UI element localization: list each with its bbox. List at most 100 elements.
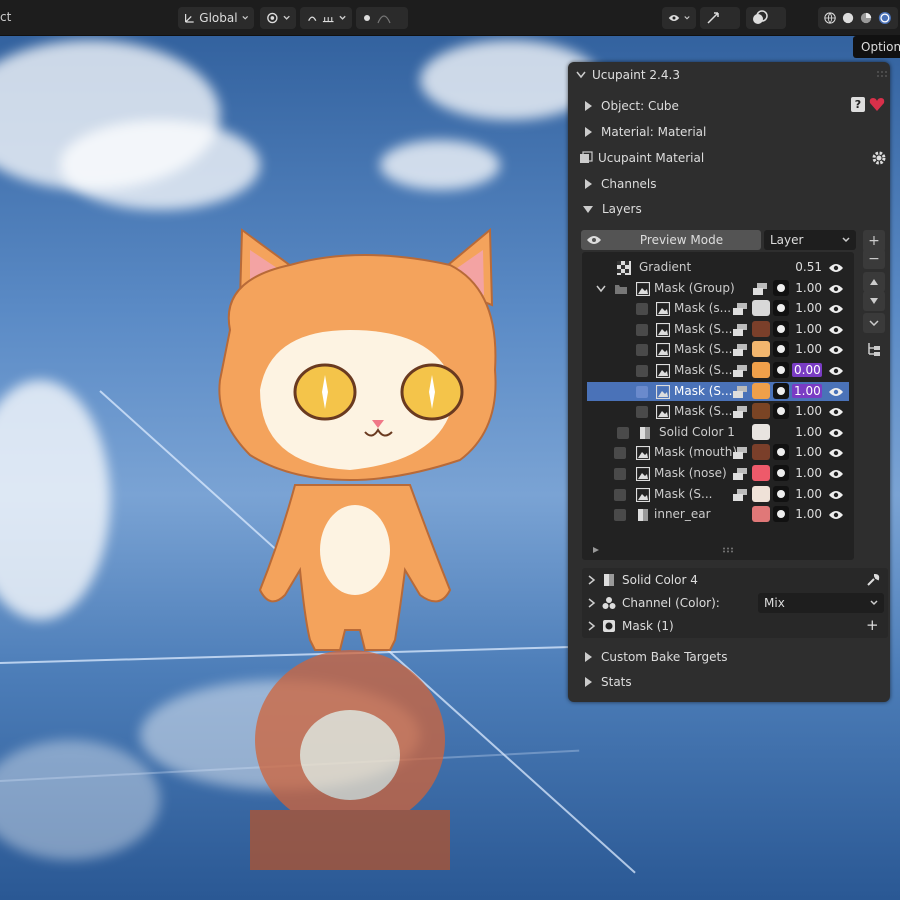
layer-stack-icon[interactable] [732, 343, 748, 357]
layer-opacity-value[interactable]: 1.00 [792, 425, 822, 439]
layer-toggle-icon[interactable] [636, 324, 648, 336]
mask-toggle-icon[interactable] [773, 280, 789, 296]
custom-bake-targets-section[interactable]: Custom Bake Targets [568, 645, 890, 669]
color-swatch[interactable] [752, 403, 770, 419]
wrench-icon[interactable] [866, 573, 880, 587]
layer-toggle-icon[interactable] [636, 303, 648, 315]
layer-toggle-icon[interactable] [617, 427, 629, 439]
layer-toggle-icon[interactable] [614, 489, 626, 501]
layer-opacity-value[interactable]: 1.00 [792, 322, 822, 336]
layer-mode-select[interactable]: Layer [764, 230, 856, 250]
layer-row[interactable]: Mask (mouth) 1.00 [587, 443, 849, 462]
eye-icon[interactable] [828, 427, 844, 439]
group-collapse-icon[interactable] [596, 285, 606, 293]
eye-icon[interactable] [828, 324, 844, 336]
add-mask-button[interactable]: + [866, 616, 879, 634]
layer-opacity-value[interactable]: 1.00 [792, 384, 822, 398]
layer-opacity-value[interactable]: 1.00 [792, 507, 822, 521]
mask-toggle-icon[interactable] [773, 403, 789, 419]
blend-mode-select[interactable]: Mix [758, 593, 884, 613]
eye-icon[interactable] [828, 344, 844, 356]
eye-icon[interactable] [828, 303, 844, 315]
preview-mode-button[interactable]: Preview Mode [581, 230, 761, 250]
color-swatch[interactable] [752, 362, 770, 378]
layer-row[interactable]: Mask (S... 0.00 [587, 361, 849, 380]
channels-section[interactable]: Channels [568, 172, 890, 196]
object-section[interactable]: Object: Cube [568, 94, 890, 118]
expand-list-icon[interactable] [592, 546, 600, 554]
layer-opacity-value[interactable]: 1.00 [792, 487, 822, 501]
wireframe-shading-icon[interactable] [824, 11, 836, 25]
mask-toggle-icon[interactable] [773, 383, 789, 399]
panel-header[interactable]: Ucupaint 2.4.3 [576, 68, 680, 82]
layer-toggle-icon[interactable] [636, 365, 648, 377]
eye-icon[interactable] [828, 365, 844, 377]
layer-opacity-value[interactable]: 0.51 [792, 260, 822, 274]
layer-row[interactable]: Solid Color 1 1.00 [587, 423, 849, 442]
layer-opacity-value[interactable]: 1.00 [792, 445, 822, 459]
mask-toggle-icon[interactable] [773, 341, 789, 357]
mask-toggle-icon[interactable] [773, 465, 789, 481]
solid-color-row[interactable]: Solid Color 4 [582, 568, 888, 592]
layer-row[interactable]: Gradient 0.51 [587, 258, 849, 277]
color-swatch[interactable] [752, 300, 770, 316]
layer-row[interactable]: Mask (Group) 1.00 [587, 279, 849, 298]
layer-opacity-value[interactable]: 0.00 [792, 363, 822, 377]
mask-toggle-icon[interactable] [773, 300, 789, 316]
eye-icon[interactable] [828, 509, 844, 521]
gear-icon[interactable] [871, 150, 887, 166]
pivot-point-dropdown[interactable] [260, 7, 296, 29]
layer-stack-icon[interactable] [732, 323, 748, 337]
layer-stack-icon[interactable] [732, 302, 748, 316]
layer-toggle-icon[interactable] [614, 468, 626, 480]
color-swatch[interactable] [752, 486, 770, 502]
layer-row[interactable]: Mask (S... 1.00 [587, 340, 849, 359]
layer-stack-icon[interactable] [732, 364, 748, 378]
layer-row[interactable]: inner_ear 1.00 [587, 505, 849, 524]
layer-row[interactable]: Mask (nose) 1.00 [587, 464, 849, 483]
rendered-shading-icon[interactable] [878, 10, 892, 26]
layer-opacity-value[interactable]: 1.00 [792, 342, 822, 356]
overlay-toggle[interactable] [746, 7, 786, 29]
resize-grip-icon[interactable] [722, 547, 736, 553]
material-shading-icon[interactable] [860, 11, 872, 25]
color-swatch[interactable] [752, 465, 770, 481]
proportional-editing[interactable] [356, 7, 408, 29]
layer-stack-icon[interactable] [752, 282, 768, 296]
color-swatch[interactable] [752, 321, 770, 337]
visibility-dropdown[interactable] [662, 7, 696, 29]
layer-opacity-value[interactable]: 1.00 [792, 404, 822, 418]
transform-orientation-dropdown[interactable]: Global [178, 7, 254, 29]
stats-section[interactable]: Stats [568, 670, 890, 694]
move-layer-up-button[interactable] [863, 272, 885, 292]
layer-opacity-value[interactable]: 1.00 [792, 466, 822, 480]
remove-layer-button[interactable]: − [863, 249, 885, 269]
eye-icon[interactable] [828, 489, 844, 501]
color-swatch[interactable] [752, 341, 770, 357]
layer-stack-icon[interactable] [732, 446, 748, 460]
drag-grip-icon[interactable] [876, 70, 888, 78]
layer-stack-icon[interactable] [732, 488, 748, 502]
layer-toggle-icon[interactable] [614, 447, 626, 459]
eye-icon[interactable] [828, 468, 844, 480]
mask-toggle-icon[interactable] [773, 506, 789, 522]
layer-row[interactable]: Mask (S... 1.00 [587, 485, 849, 504]
layer-toggle-icon[interactable] [614, 509, 626, 521]
eye-icon[interactable] [828, 386, 844, 398]
material-section[interactable]: Material: Material [568, 120, 890, 144]
move-layer-down-button[interactable] [863, 291, 885, 311]
layer-stack-icon[interactable] [732, 405, 748, 419]
snap-dropdown[interactable] [300, 7, 352, 29]
layer-row[interactable]: Mask (S... 1.00 [587, 382, 849, 401]
layer-opacity-value[interactable]: 1.00 [792, 281, 822, 295]
layer-row[interactable]: Mask (S... 1.00 [587, 320, 849, 339]
eye-icon[interactable] [828, 262, 844, 274]
mask-toggle-icon[interactable] [773, 321, 789, 337]
color-swatch[interactable] [752, 383, 770, 399]
layer-menu-button[interactable] [863, 313, 885, 333]
mask-row[interactable]: Mask (1) [582, 614, 888, 638]
mask-toggle-icon[interactable] [773, 486, 789, 502]
gizmo-toggle[interactable] [700, 7, 740, 29]
layer-row[interactable]: Mask (S... 1.00 [587, 402, 849, 421]
color-swatch[interactable] [752, 424, 770, 440]
